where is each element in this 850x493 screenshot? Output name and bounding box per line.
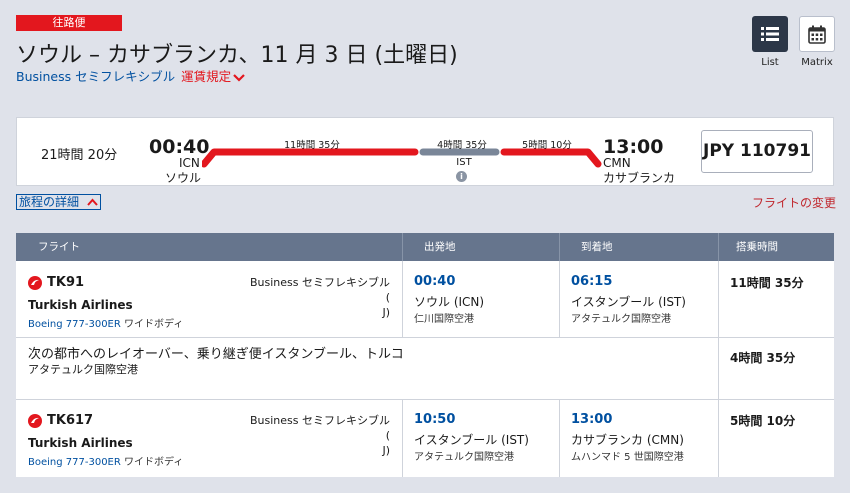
header-flight: フライト — [38, 241, 80, 253]
layover-row-duration: 4時間 35分 — [730, 351, 796, 365]
aircraft-body: ワイドボディ — [124, 457, 184, 468]
segment-departure-airport: 仁川国際空港 — [414, 314, 474, 325]
departure-code: ICN — [179, 156, 200, 170]
layover-duration: 4時間 35分 — [437, 140, 487, 151]
total-duration: 21時間 20分 — [41, 148, 118, 163]
segment-arrival-city: イスタンブール (IST) — [571, 295, 686, 309]
turkish-airlines-logo-icon — [28, 414, 42, 428]
cabin-class: Business セミフレキシブル ( J) — [248, 413, 390, 458]
segment-departure-airport: アタテュルク国際空港 — [414, 452, 514, 463]
segment-departure-city: イスタンブール (IST) — [414, 433, 529, 447]
segment-2-duration: 5時間 10分 — [522, 140, 572, 151]
aircraft-model[interactable]: Boeing 777-300ER — [28, 457, 121, 468]
fare-rules-link[interactable]: 運賃規定 — [181, 69, 245, 84]
airline-name: Turkish Airlines — [28, 298, 133, 312]
aircraft-body: ワイドボディ — [124, 319, 184, 330]
segment-arrival-time: 06:15 — [571, 274, 613, 289]
info-icon[interactable]: i — [456, 171, 467, 182]
segment-departure-city: ソウル (ICN) — [414, 295, 485, 309]
calendar-grid-icon — [808, 25, 826, 44]
list-view-button[interactable] — [752, 16, 788, 52]
outbound-badge: 往路便 — [16, 15, 122, 31]
route-title: ソウル – カサブランカ、11 月 3 日 (土曜日) — [16, 43, 458, 68]
list-icon — [761, 27, 779, 41]
aircraft-type: Boeing 777-300ER ワイドボディ — [28, 315, 183, 330]
segment-arrival-airport: アタテュルク国際空港 — [571, 314, 671, 325]
chevron-up-icon — [87, 198, 98, 206]
segment-duration: 5時間 10分 — [730, 414, 796, 428]
segment-departure-time: 10:50 — [414, 412, 456, 427]
flight-detail-table: フライト 出発地 到着地 搭乗時間 TK91 Turkish Airlines … — [16, 233, 834, 477]
matrix-view-button[interactable] — [799, 16, 835, 52]
flight-number: TK617 — [47, 413, 94, 428]
segment-1-bar — [202, 148, 419, 168]
change-flight-link[interactable]: フライトの変更 — [752, 194, 836, 211]
matrix-view-label: Matrix — [801, 57, 833, 68]
cabin-class-code: J) — [382, 444, 390, 457]
segment-departure-time: 00:40 — [414, 274, 456, 289]
fare-info: Business セミフレキシブル 運賃規定 — [16, 66, 245, 85]
fare-rules-label: 運賃規定 — [181, 69, 232, 84]
layover-text: 次の都市へのレイオーバー、乗り継ぎ便イスタンブール、トルコ — [28, 347, 404, 362]
segment-arrival-time: 13:00 — [571, 412, 613, 427]
price-button[interactable]: JPY 110791 — [701, 130, 813, 173]
itinerary-summary: 21時間 20分 00:40 ICN ソウル 11時間 35分 4時間 35分 … — [16, 117, 834, 186]
departure-time: 00:40 — [149, 136, 210, 158]
table-header: フライト 出発地 到着地 搭乗時間 — [16, 233, 834, 261]
segment-arrival-city: カサブランカ (CMN) — [571, 433, 684, 447]
aircraft-type: Boeing 777-300ER ワイドボディ — [28, 453, 183, 468]
turkish-airlines-logo-icon — [28, 276, 42, 290]
itinerary-details-label: 旅程の詳細 — [19, 195, 80, 209]
aircraft-model[interactable]: Boeing 777-300ER — [28, 319, 121, 330]
cabin-class-code: J) — [382, 306, 390, 319]
segment-arrival-airport: ムハンマド 5 世国際空港 — [571, 452, 684, 463]
header-arrival: 到着地 — [581, 241, 613, 253]
segment-duration: 11時間 35分 — [730, 276, 804, 290]
flight-number: TK91 — [47, 275, 85, 290]
cabin-class-name: Business セミフレキシブル ( — [249, 414, 390, 442]
layover-airport: アタテュルク国際空港 — [28, 363, 138, 376]
arrival-time: 13:00 — [603, 136, 664, 158]
itinerary-details-toggle[interactable]: 旅程の詳細 — [16, 194, 101, 210]
airline-name: Turkish Airlines — [28, 436, 133, 450]
segment-2-bar — [500, 148, 602, 168]
header-departure: 出発地 — [424, 241, 456, 253]
segment-1-duration: 11時間 35分 — [284, 140, 340, 151]
layover-code: IST — [456, 157, 472, 168]
header-boarding-time: 搭乗時間 — [736, 241, 778, 253]
chevron-down-icon — [233, 74, 245, 82]
arrival-code: CMN — [603, 156, 631, 170]
departure-city: ソウル — [165, 171, 202, 185]
list-view-label: List — [761, 57, 779, 68]
cabin-class-name: Business セミフレキシブル ( — [249, 276, 390, 304]
cabin-name: Business セミフレキシブル — [16, 69, 176, 84]
cabin-class: Business セミフレキシブル ( J) — [248, 275, 390, 320]
arrival-city: カサブランカ — [603, 171, 676, 185]
